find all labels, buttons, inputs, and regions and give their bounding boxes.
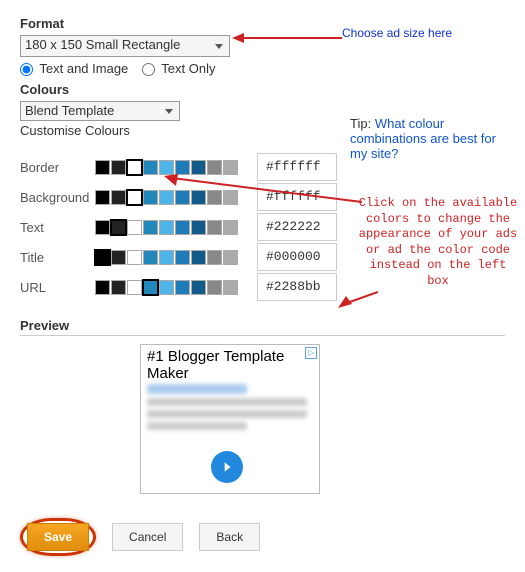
colour-swatch[interactable] [223, 220, 238, 235]
colour-swatch[interactable] [207, 280, 222, 295]
colour-swatch[interactable] [191, 190, 206, 205]
back-button[interactable]: Back [199, 523, 260, 551]
colour-swatch[interactable] [223, 190, 238, 205]
annotation-arrow-1 [232, 30, 342, 50]
colour-hex-input[interactable]: #222222 [257, 213, 337, 241]
save-button[interactable]: Save [27, 523, 89, 551]
colour-swatch[interactable] [175, 250, 190, 265]
colour-swatch[interactable] [111, 250, 126, 265]
colour-swatch-row [95, 250, 239, 265]
colour-swatch[interactable] [143, 280, 158, 295]
ad-text-line [147, 422, 247, 430]
ad-title[interactable]: #1 Blogger Template Maker [147, 349, 313, 382]
colour-row-label: Background [20, 190, 95, 205]
colour-swatch[interactable] [127, 250, 142, 265]
colour-grid: Border #ffffff Background #ffffff Text #22222… [20, 152, 505, 302]
colour-swatch[interactable] [191, 160, 206, 175]
colour-swatch[interactable] [223, 250, 238, 265]
colour-swatch[interactable] [111, 220, 126, 235]
colour-swatch[interactable] [111, 160, 126, 175]
colour-swatch[interactable] [111, 190, 126, 205]
colour-swatch[interactable] [143, 250, 158, 265]
colour-row-label: Text [20, 220, 95, 235]
colour-swatch[interactable] [191, 250, 206, 265]
ad-url-placeholder [147, 384, 247, 394]
colour-swatch[interactable] [175, 280, 190, 295]
colour-row-title: Title #000000 [20, 242, 505, 272]
colour-swatch[interactable] [207, 190, 222, 205]
colour-swatch[interactable] [207, 160, 222, 175]
preview-label: Preview [20, 318, 505, 336]
ad-text-line [147, 410, 307, 418]
tip-prefix: Tip: [350, 116, 371, 131]
colour-swatch[interactable] [95, 280, 110, 295]
colour-swatch[interactable] [95, 220, 110, 235]
cancel-button[interactable]: Cancel [112, 523, 183, 551]
colour-swatch[interactable] [127, 190, 142, 205]
colour-swatch-row [95, 190, 239, 205]
colour-swatch[interactable] [143, 160, 158, 175]
colour-swatch[interactable] [223, 280, 238, 295]
colour-swatch[interactable] [159, 250, 174, 265]
colour-hex-input[interactable]: #2288bb [257, 273, 337, 301]
colour-swatch[interactable] [191, 280, 206, 295]
colour-row-label: Title [20, 250, 95, 265]
radio-text-only-input[interactable] [142, 63, 155, 76]
radio-text-only[interactable]: Text Only [142, 61, 216, 76]
format-label: Format [20, 16, 505, 31]
tip-link[interactable]: What colour combinations are best for my… [350, 116, 496, 161]
ad-preview-box: ▷ #1 Blogger Template Maker [140, 344, 320, 494]
colour-swatch[interactable] [111, 280, 126, 295]
colour-template-select[interactable]: Blend Template [20, 101, 180, 121]
colour-swatch[interactable] [175, 220, 190, 235]
ad-text-line [147, 398, 307, 406]
save-highlight-annotation: Save [20, 518, 96, 556]
colour-hex-input[interactable]: #ffffff [257, 153, 337, 181]
colour-swatch[interactable] [159, 160, 174, 175]
colour-row-url: URL #2288bb [20, 272, 505, 302]
colour-swatch[interactable] [223, 160, 238, 175]
colour-hex-input[interactable]: #000000 [257, 243, 337, 271]
radio-text-and-image-label: Text and Image [39, 61, 128, 76]
radio-text-only-label: Text Only [161, 61, 215, 76]
colour-template-value: Blend Template [25, 103, 114, 118]
colour-row-label: Border [20, 160, 95, 175]
colour-swatch[interactable] [95, 160, 110, 175]
colour-swatch[interactable] [207, 220, 222, 235]
colour-swatch[interactable] [127, 160, 142, 175]
colour-swatch-row [95, 160, 239, 175]
radio-text-and-image[interactable]: Text and Image [20, 61, 132, 76]
colours-label: Colours [20, 82, 505, 97]
colour-swatch[interactable] [143, 190, 158, 205]
colour-row-background: Background #ffffff [20, 182, 505, 212]
colour-swatch[interactable] [95, 250, 110, 265]
colour-swatch[interactable] [191, 220, 206, 235]
colour-swatch[interactable] [207, 250, 222, 265]
colour-swatch[interactable] [127, 220, 142, 235]
colour-swatch[interactable] [143, 220, 158, 235]
colour-swatch[interactable] [95, 190, 110, 205]
format-select[interactable]: 180 x 150 Small Rectangle [20, 35, 230, 57]
colour-swatch[interactable] [159, 280, 174, 295]
colour-hex-input[interactable]: #ffffff [257, 183, 337, 211]
colour-swatch[interactable] [127, 280, 142, 295]
colour-swatch[interactable] [175, 190, 190, 205]
chevron-right-icon [220, 460, 234, 474]
colour-swatch[interactable] [159, 220, 174, 235]
adchoices-icon[interactable]: ▷ [305, 347, 317, 359]
colour-swatch-row [95, 220, 239, 235]
colour-row-label: URL [20, 280, 95, 295]
tip-text: Tip: What colour combinations are best f… [350, 116, 510, 161]
format-selected-value: 180 x 150 Small Rectangle [25, 37, 180, 52]
colour-row-text: Text #222222 [20, 212, 505, 242]
colour-swatch-row [95, 280, 239, 295]
ad-arrow-button[interactable] [211, 451, 243, 483]
colour-swatch[interactable] [159, 190, 174, 205]
colour-swatch[interactable] [175, 160, 190, 175]
radio-text-and-image-input[interactable] [20, 63, 33, 76]
